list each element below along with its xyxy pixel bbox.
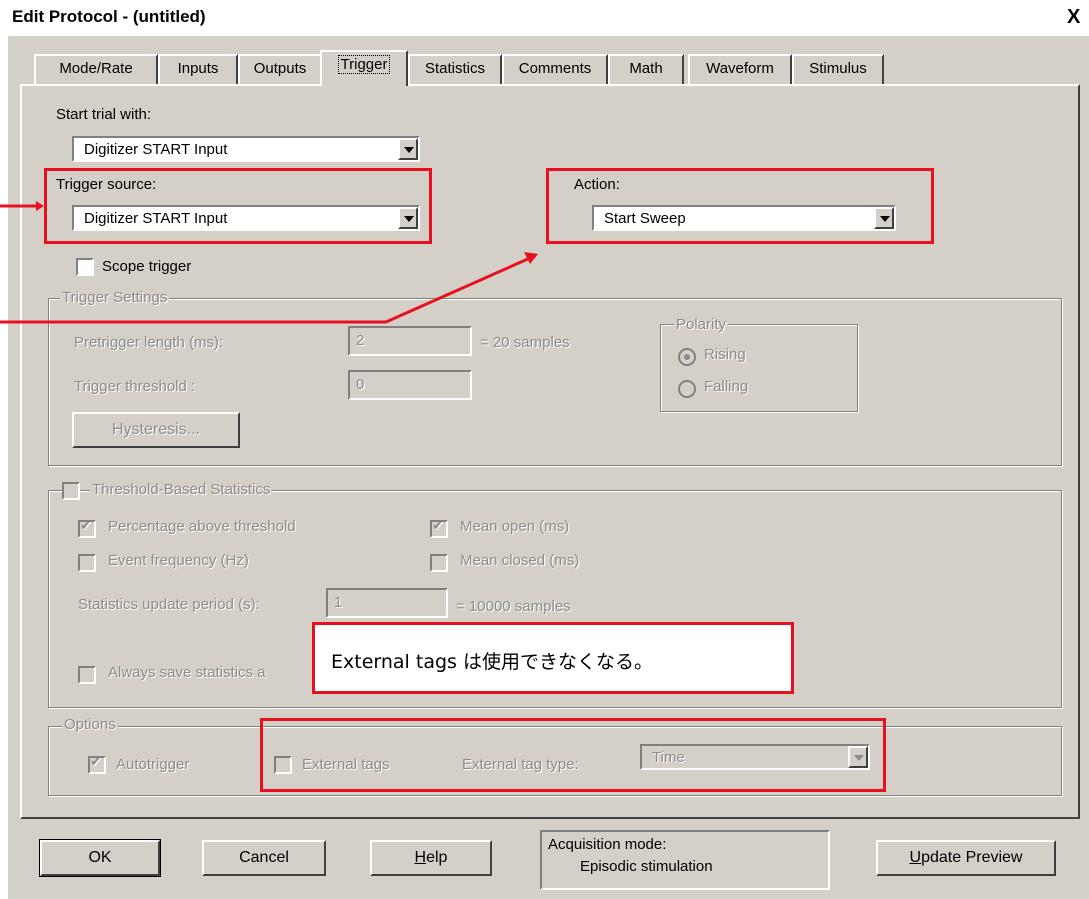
arrow-head-action (524, 252, 538, 264)
arrow-head-trigger-source (36, 201, 44, 211)
arrow-line-to-action (385, 256, 531, 324)
tab-trigger-label: Trigger (337, 55, 391, 74)
tab-trigger[interactable]: Trigger (320, 50, 408, 86)
annotation-arrows (0, 201, 538, 324)
